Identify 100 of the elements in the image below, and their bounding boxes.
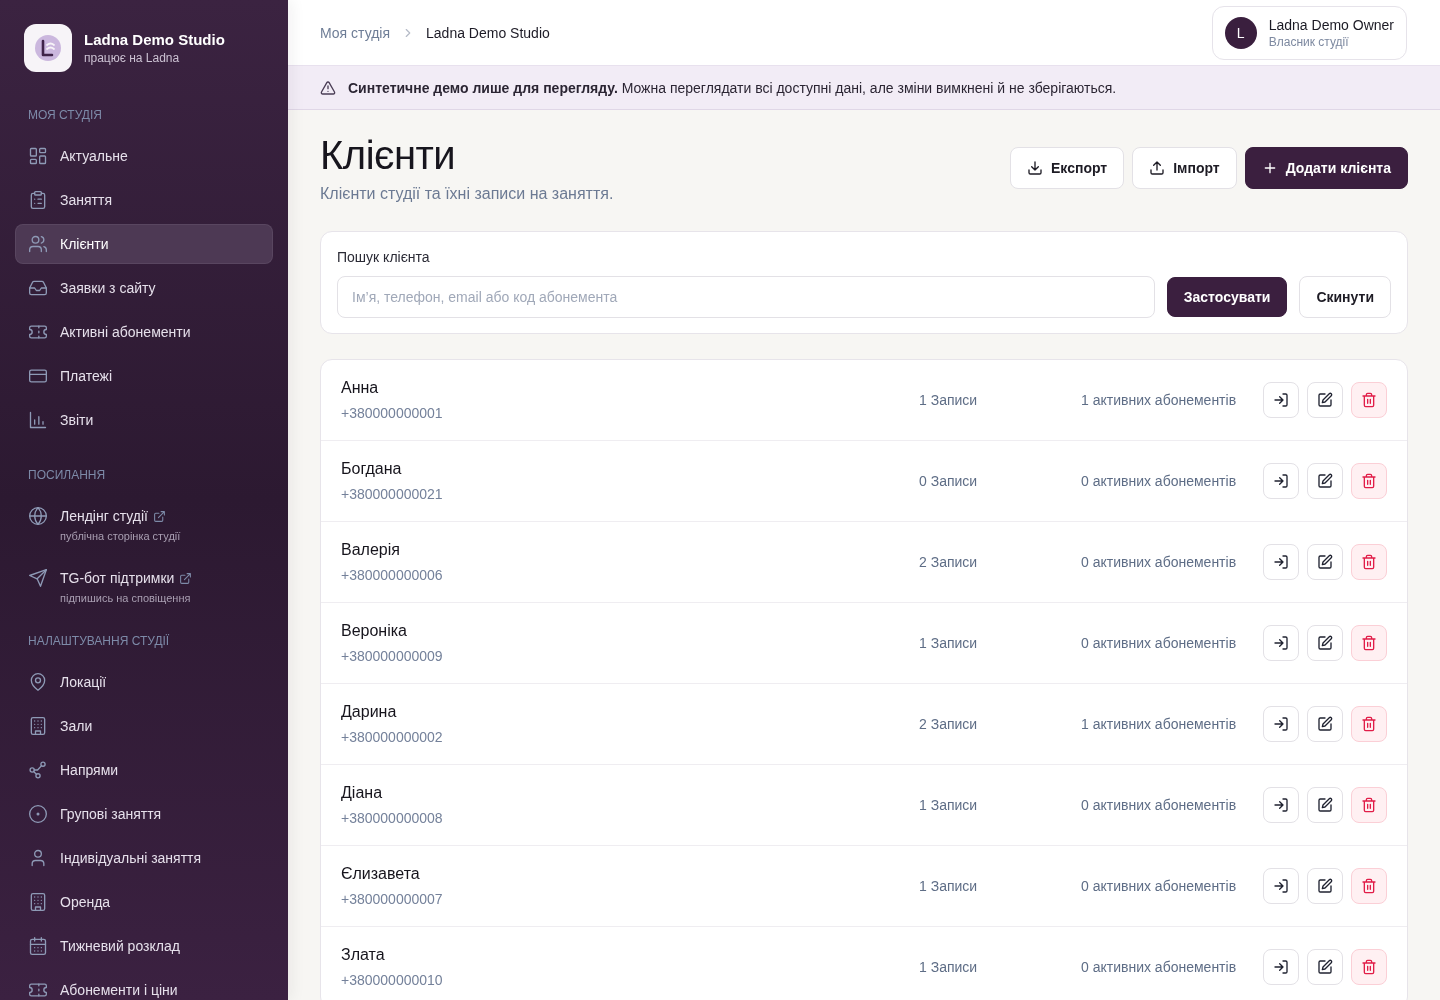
- edit-button[interactable]: [1307, 463, 1343, 499]
- edit-icon: [1317, 959, 1333, 975]
- nav-item[interactable]: Активні абонементи: [15, 312, 273, 352]
- nav-item[interactable]: Звіти: [15, 400, 273, 440]
- client-phone: +380000000001: [341, 404, 444, 423]
- client-phone: +380000000007: [341, 890, 444, 909]
- nav-item[interactable]: Напрями: [15, 750, 273, 790]
- trash-icon: [1361, 716, 1377, 732]
- user-menu[interactable]: L Ladna Demo Owner Власник студії: [1211, 5, 1407, 60]
- search-field[interactable]: Ім’я, телефон, email або код абонемента: [337, 276, 1155, 318]
- edit-icon: [1317, 554, 1333, 570]
- search-button[interactable]: Скинути: [1299, 276, 1391, 318]
- delete-button[interactable]: [1351, 625, 1387, 661]
- page-title: Клієнти: [320, 132, 457, 179]
- delete-button[interactable]: [1351, 868, 1387, 904]
- external-link[interactable]: TG-бот підтримки: [28, 568, 193, 588]
- route-icon: [28, 760, 48, 780]
- trash-icon: [1361, 473, 1377, 489]
- trash-icon: [1361, 797, 1377, 813]
- grid-icon: [28, 146, 48, 166]
- open-button[interactable]: [1263, 868, 1299, 904]
- nav-item[interactable]: Актуальне: [15, 136, 273, 176]
- open-button[interactable]: [1263, 706, 1299, 742]
- open-button[interactable]: [1263, 625, 1299, 661]
- nav-item[interactable]: Зали: [15, 706, 273, 746]
- client-phone: +380000000008: [341, 809, 444, 828]
- client-name: Валерія: [341, 540, 401, 560]
- subscriptions-count: 0 активних абонементів: [1081, 878, 1238, 894]
- edit-button[interactable]: [1307, 868, 1343, 904]
- paper-plane-icon: [28, 568, 48, 588]
- nav-item[interactable]: Оренда: [15, 882, 273, 922]
- nav-item[interactable]: Тижневий розклад: [15, 926, 273, 966]
- edit-icon: [1317, 716, 1333, 732]
- edit-button[interactable]: [1307, 544, 1343, 580]
- section-heading: ПОСИЛАННЯ: [27, 467, 107, 483]
- edit-icon: [1317, 473, 1333, 489]
- delete-button[interactable]: [1351, 544, 1387, 580]
- sign-in-icon: [1273, 959, 1289, 975]
- nav-item[interactable]: Абонементи і ціни: [15, 970, 273, 1000]
- open-button[interactable]: [1263, 949, 1299, 985]
- upload-icon: [1149, 160, 1166, 176]
- open-button[interactable]: [1263, 544, 1299, 580]
- nav-item[interactable]: Платежі: [15, 356, 273, 396]
- subscriptions-count: 0 активних абонементів: [1081, 554, 1238, 570]
- nav-item[interactable]: Індивідуальні заняття: [15, 838, 273, 878]
- search-label: Пошук клієнта: [337, 248, 431, 267]
- client-phone: +380000000002: [341, 728, 444, 747]
- logo-icon: [24, 24, 72, 72]
- client-name: Анна: [341, 378, 380, 398]
- edit-icon: [1317, 797, 1333, 813]
- page-subtitle: Клієнти студії та їхні записи на заняття.: [320, 184, 614, 204]
- building-icon: [28, 892, 48, 912]
- edit-icon: [1317, 878, 1333, 894]
- link-description: підпишись на сповіщення: [60, 591, 191, 606]
- client-phone: +380000000006: [341, 566, 444, 585]
- bookings-count: 0 Записи: [919, 473, 979, 489]
- sign-in-icon: [1273, 635, 1289, 651]
- client-phone: +380000000021: [341, 485, 444, 504]
- client-name: Вероніка: [341, 621, 408, 641]
- map-pin-icon: [28, 672, 48, 692]
- external-link[interactable]: Лендінг студії: [28, 506, 166, 526]
- bookings-count: 1 Записи: [919, 392, 979, 408]
- delete-button[interactable]: [1351, 382, 1387, 418]
- nav-item[interactable]: Заняття: [15, 180, 273, 220]
- link-description: публічна сторінка студії: [60, 529, 181, 544]
- bookings-count: 2 Записи: [919, 554, 979, 570]
- delete-button[interactable]: [1351, 787, 1387, 823]
- edit-icon: [1317, 392, 1333, 408]
- sign-in-icon: [1273, 797, 1289, 813]
- breadcrumb-link[interactable]: Моя студія: [320, 24, 391, 41]
- nav-item[interactable]: Локації: [15, 662, 273, 702]
- client-name: Єлизавета: [341, 864, 421, 884]
- open-button[interactable]: [1263, 382, 1299, 418]
- client-name: Злата: [341, 945, 386, 965]
- trash-icon: [1361, 554, 1377, 570]
- nav-item[interactable]: Групові заняття: [15, 794, 273, 834]
- delete-button[interactable]: [1351, 949, 1387, 985]
- edit-button[interactable]: [1307, 949, 1343, 985]
- open-button[interactable]: [1263, 463, 1299, 499]
- edit-button[interactable]: [1307, 625, 1343, 661]
- action-button[interactable]: Додати клієнта: [1244, 147, 1408, 189]
- download-icon: [1027, 160, 1043, 176]
- nav-item[interactable]: Клієнти: [15, 224, 273, 264]
- client-name: Богдана: [341, 459, 403, 479]
- delete-button[interactable]: [1351, 706, 1387, 742]
- delete-button[interactable]: [1351, 463, 1387, 499]
- subscriptions-count: 0 активних абонементів: [1081, 797, 1238, 813]
- nav-item[interactable]: Заявки з сайту: [15, 268, 273, 308]
- subscriptions-count: 0 активних абонементів: [1081, 959, 1238, 975]
- bookings-count: 1 Записи: [919, 878, 979, 894]
- action-button[interactable]: Експорт: [1010, 147, 1125, 189]
- search-button[interactable]: Застосувати: [1166, 277, 1288, 317]
- action-button[interactable]: Імпорт: [1132, 147, 1237, 189]
- sign-in-icon: [1273, 473, 1289, 489]
- open-button[interactable]: [1263, 787, 1299, 823]
- edit-button[interactable]: [1307, 706, 1343, 742]
- client-name: Дарина: [341, 702, 398, 722]
- edit-button[interactable]: [1307, 382, 1343, 418]
- edit-button[interactable]: [1307, 787, 1343, 823]
- sign-in-icon: [1273, 716, 1289, 732]
